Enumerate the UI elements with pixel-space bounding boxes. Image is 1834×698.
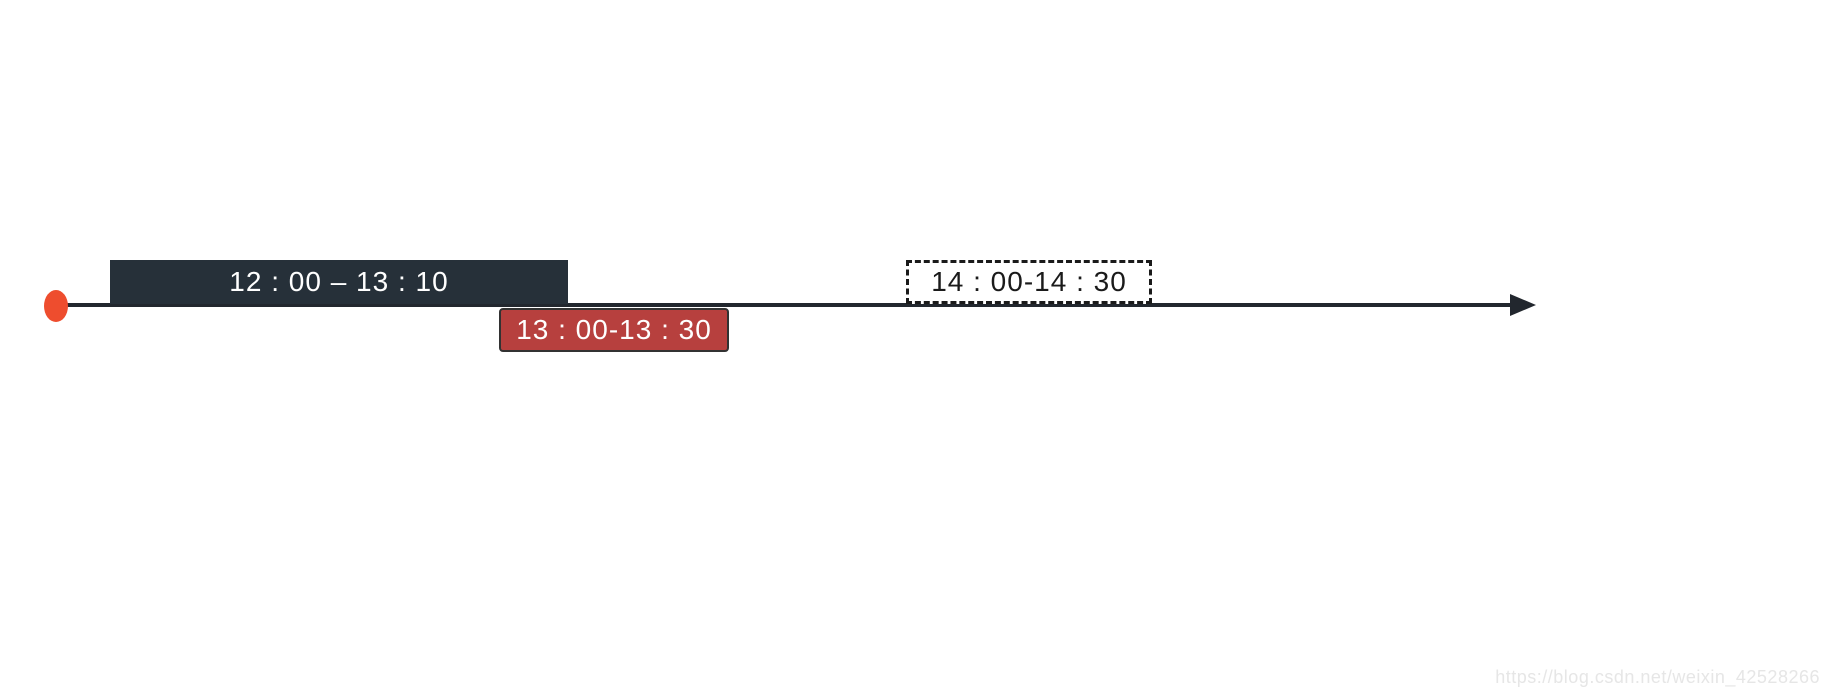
time-block-1: 12 : 00 – 13 : 10 [110,260,568,304]
watermark-text: https://blog.csdn.net/weixin_42528266 [1495,667,1820,688]
timeline-diagram: 12 : 00 – 13 : 10 13 : 00-13 : 30 14 : 0… [0,0,1834,698]
arrow-right-icon [1510,294,1536,316]
timeline-start-marker [44,290,68,322]
time-block-3: 14 : 00-14 : 30 [906,260,1152,304]
time-block-2: 13 : 00-13 : 30 [499,308,729,352]
